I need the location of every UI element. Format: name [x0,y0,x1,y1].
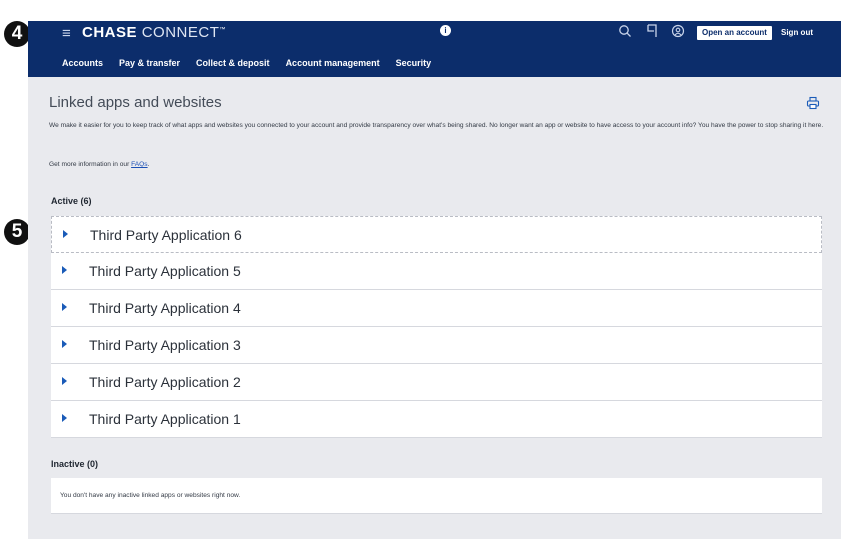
printer-icon[interactable] [806,96,820,110]
app-row-3[interactable]: Third Party Application 3 [51,327,822,364]
bookmark-icon[interactable] [645,23,659,39]
app-row-5[interactable]: Third Party Application 5 [51,253,822,290]
nav-security[interactable]: Security [396,58,432,68]
nav-collect-deposit[interactable]: Collect & deposit [196,58,270,68]
screenshot-frame: 4 5 ≡ CHASE CONNECT™ i Open an account S… [0,0,841,539]
expand-chevron-icon [62,266,67,274]
expand-chevron-icon [62,377,67,385]
nav-account-management[interactable]: Account management [286,58,380,68]
step-badge-4: 4 [4,21,30,47]
app-name: Third Party Application 6 [90,227,242,243]
inactive-empty-message: You don't have any inactive linked apps … [60,492,241,499]
profile-icon[interactable] [671,23,685,39]
page-title: Linked apps and websites [49,94,222,111]
app-name: Third Party Application 4 [89,300,241,316]
brand-name-bold: CHASE [82,24,138,41]
menu-icon[interactable]: ≡ [62,25,71,42]
faq-suffix: . [147,161,150,168]
chase-connect-app: ≡ CHASE CONNECT™ i Open an account Sign … [28,21,841,539]
active-apps-list: Third Party Application 6 Third Party Ap… [51,216,822,438]
step-badge-5: 5 [4,219,30,245]
inactive-empty-box: You don't have any inactive linked apps … [51,478,822,514]
app-name: Third Party Application 2 [89,374,241,390]
active-heading: Active (6) [51,196,92,206]
expand-chevron-icon [62,303,67,311]
brand-name-light: CONNECT [141,24,220,41]
nav-pay-transfer[interactable]: Pay & transfer [119,58,180,68]
app-name: Third Party Application 3 [89,337,241,353]
app-row-1[interactable]: Third Party Application 1 [51,401,822,438]
page-description: We make it easier for you to keep track … [49,122,824,129]
app-name: Third Party Application 5 [89,263,241,279]
faq-line: Get more information in our FAQs. [49,161,149,168]
info-icon[interactable]: i [440,25,451,36]
nav-accounts[interactable]: Accounts [62,58,103,68]
top-header: ≡ CHASE CONNECT™ i Open an account Sign … [28,21,841,77]
sign-out-link[interactable]: Sign out [781,26,813,40]
inactive-heading: Inactive (0) [51,459,99,469]
faq-link[interactable]: FAQs [131,161,148,168]
app-row-4[interactable]: Third Party Application 4 [51,290,822,327]
page-title-wrap: Linked apps and websites [49,94,222,111]
search-icon[interactable] [618,23,632,39]
app-row-2[interactable]: Third Party Application 2 [51,364,822,401]
faq-prefix: Get more information in our [49,161,132,168]
expand-chevron-icon [63,230,68,238]
brand-trademark: ™ [219,27,226,33]
brand-logo[interactable]: CHASE CONNECT™ [82,24,226,41]
main-nav: Accounts Pay & transfer Collect & deposi… [62,58,447,68]
expand-chevron-icon [62,414,67,422]
app-row-6[interactable]: Third Party Application 6 [51,216,822,253]
open-account-button[interactable]: Open an account [697,26,772,40]
app-name: Third Party Application 1 [89,411,241,427]
expand-chevron-icon [62,340,67,348]
